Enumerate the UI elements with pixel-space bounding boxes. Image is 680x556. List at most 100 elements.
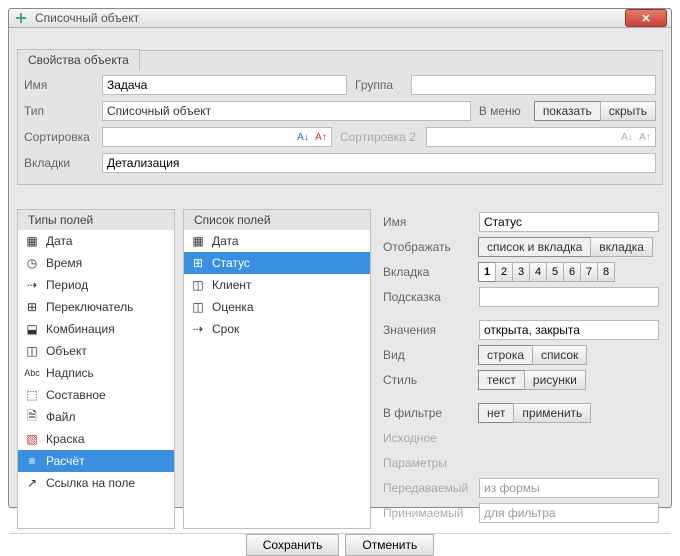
combo-icon: ⬓: [24, 321, 40, 337]
fp-passed-label: Передаваемый: [383, 481, 479, 495]
fp-hint-input[interactable]: [479, 287, 659, 307]
fp-received-input: [479, 503, 659, 523]
field-type-item[interactable]: ⬚ Составное: [18, 384, 174, 406]
fp-style-opt2[interactable]: рисунки: [524, 370, 586, 390]
compound-icon: ⬚: [24, 387, 40, 403]
object-icon: ◫: [190, 299, 206, 315]
window-title: Списочный объект: [35, 11, 625, 25]
tab-num-4[interactable]: 4: [529, 262, 547, 282]
field-list-item[interactable]: ◫ Оценка: [184, 296, 370, 318]
fp-style-opt1[interactable]: текст: [478, 370, 525, 390]
close-button[interactable]: ✕: [625, 9, 667, 27]
tab-num-7[interactable]: 7: [580, 262, 598, 282]
field-types-list: ▦Дата ◷ Время ⇢Период⊞Переключатель ⬓ Комбина…: [17, 229, 175, 529]
tabs-input[interactable]: [102, 153, 656, 173]
fp-hint-label: Подсказка: [383, 290, 479, 304]
period-icon: ⇢: [190, 321, 206, 337]
fp-display-opt1[interactable]: список и вкладка: [478, 237, 591, 257]
fp-initial-label: Исходное: [383, 431, 479, 445]
sort-input[interactable]: A↓ A↑: [102, 127, 332, 147]
color-icon: ▧: [24, 431, 40, 447]
tab-num-5[interactable]: 5: [546, 262, 564, 282]
field-list-label: Статус: [212, 256, 250, 270]
calc-icon: ≡: [24, 453, 40, 469]
field-type-item[interactable]: ▦Дата: [18, 230, 174, 252]
file-icon: 🗎: [24, 409, 40, 425]
fp-view-opt2[interactable]: список: [532, 345, 587, 365]
object-properties-group: Свойства объекта Имя Группа Тип В меню п…: [17, 50, 663, 185]
sort2-asc-icon[interactable]: A↓: [619, 129, 635, 145]
field-type-label: Ссылка на поле: [46, 476, 135, 490]
field-list: ▦Дата ⊞ Статус ◫ Клиент ◫ Оценка ⇢Срок: [183, 229, 371, 529]
text-icon: Abc: [24, 365, 40, 381]
save-button[interactable]: Сохранить: [246, 534, 340, 556]
name-input[interactable]: [102, 75, 347, 95]
field-type-item[interactable]: ◫Объект: [18, 340, 174, 362]
field-list-label: Клиент: [212, 278, 252, 292]
fp-filter-label: В фильтре: [383, 406, 479, 420]
menu-hide-button[interactable]: скрыть: [600, 101, 656, 121]
fp-filter-opt2[interactable]: применить: [513, 403, 591, 423]
object-icon: ◫: [190, 277, 206, 293]
group-input[interactable]: [411, 75, 656, 95]
type-label: Тип: [24, 104, 102, 118]
fp-tab-numbers: 12345678: [479, 262, 615, 282]
fp-params-label: Параметры: [383, 456, 479, 470]
fp-view-opt1[interactable]: строка: [478, 345, 533, 365]
field-type-item[interactable]: ≡ Расчёт: [18, 450, 174, 472]
fp-display-opt2[interactable]: вкладка: [590, 237, 653, 257]
link-icon: ↗: [24, 475, 40, 491]
tab-num-6[interactable]: 6: [563, 262, 581, 282]
field-list-item[interactable]: ▦Дата: [184, 230, 370, 252]
field-type-item[interactable]: ⊞Переключатель: [18, 296, 174, 318]
sort2-input[interactable]: A↓ A↑: [426, 127, 656, 147]
fp-values-input[interactable]: [479, 320, 659, 340]
content-area: Свойства объекта Имя Группа Тип В меню п…: [9, 28, 671, 533]
switch-icon: ⊞: [190, 255, 206, 271]
tab-num-8[interactable]: 8: [597, 262, 615, 282]
fp-tab-label: Вкладка: [383, 265, 479, 279]
field-type-label: Расчёт: [46, 454, 85, 468]
field-type-item[interactable]: ↗ Ссылка на поле: [18, 472, 174, 494]
tab-num-3[interactable]: 3: [512, 262, 530, 282]
app-icon: [13, 10, 29, 26]
fp-filter-opt1[interactable]: нет: [478, 403, 514, 423]
field-type-item[interactable]: 🗎 Файл: [18, 406, 174, 428]
sort2-desc-icon[interactable]: A↑: [637, 129, 653, 145]
field-type-label: Дата: [46, 234, 73, 248]
fp-name-input[interactable]: [479, 212, 659, 232]
type-input: [102, 101, 471, 121]
field-list-title: Список полей: [183, 209, 371, 230]
field-list-item[interactable]: ◫ Клиент: [184, 274, 370, 296]
sort-asc-icon[interactable]: A↓: [295, 129, 311, 145]
field-type-item[interactable]: ▧Краска: [18, 428, 174, 450]
sort-desc-icon[interactable]: A↑: [313, 129, 329, 145]
clock-icon: ◷: [24, 255, 40, 271]
field-type-item[interactable]: ◷ Время: [18, 252, 174, 274]
field-list-label: Дата: [212, 234, 239, 248]
field-list-item[interactable]: ⇢Срок: [184, 318, 370, 340]
field-type-label: Время: [46, 256, 82, 270]
field-type-label: Период: [46, 278, 88, 292]
field-type-label: Файл: [46, 410, 76, 424]
field-list-item[interactable]: ⊞ Статус: [184, 252, 370, 274]
cancel-button[interactable]: Отменить: [345, 534, 434, 556]
field-type-item[interactable]: AbcНадпись: [18, 362, 174, 384]
fp-passed-input: [479, 478, 659, 498]
fp-display-label: Отображать: [383, 240, 479, 254]
field-properties: Имя Отображать список и вкладка вкладка …: [379, 209, 663, 529]
fp-name-label: Имя: [383, 215, 479, 229]
tab-num-2[interactable]: 2: [495, 262, 513, 282]
menu-show-button[interactable]: показать: [534, 101, 601, 121]
field-list-label: Оценка: [212, 300, 254, 314]
field-type-item[interactable]: ⬓ Комбинация: [18, 318, 174, 340]
field-type-label: Составное: [46, 388, 106, 402]
dialog-buttons: Сохранить Отменить: [9, 533, 671, 556]
field-type-label: Объект: [46, 344, 87, 358]
group-title: Свойства объекта: [17, 49, 140, 70]
sort-label: Сортировка: [24, 130, 102, 144]
field-type-item[interactable]: ⇢Период: [18, 274, 174, 296]
tab-num-1[interactable]: 1: [478, 262, 496, 282]
menu-label: В меню: [479, 104, 535, 118]
field-type-label: Комбинация: [46, 322, 115, 336]
